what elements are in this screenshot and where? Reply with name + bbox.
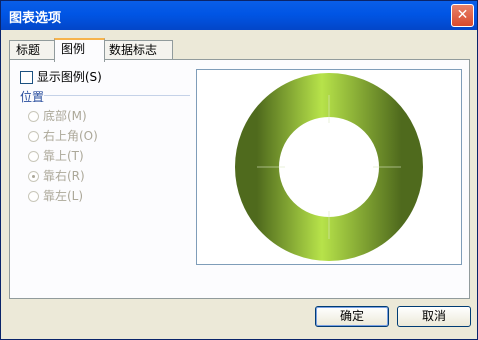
group-divider	[44, 95, 190, 96]
tab-title[interactable]: 标题	[9, 40, 57, 60]
position-group-label: 位置	[20, 90, 45, 104]
chart-options-dialog: 图表选项 ✕ 标题 图例 数据标志 显示图例(S) 位置 底部(M) 右上角(O…	[0, 0, 478, 340]
checkbox-box[interactable]	[20, 71, 33, 84]
show-legend-checkbox[interactable]: 显示图例(S)	[20, 68, 102, 85]
doughnut-chart-preview	[235, 73, 423, 261]
radio-right[interactable]: 靠右(R)	[28, 167, 85, 184]
radio-bottom[interactable]: 底部(M)	[28, 107, 87, 124]
tab-panel: 显示图例(S) 位置 底部(M) 右上角(O) 靠上(T) 靠右(R) 靠左(L…	[9, 59, 470, 299]
close-icon: ✕	[456, 7, 469, 23]
tab-data-labels[interactable]: 数据标志	[102, 40, 173, 60]
window-title: 图表选项	[9, 11, 62, 26]
title-bar: 图表选项 ✕	[1, 1, 477, 30]
radio-left[interactable]: 靠左(L)	[28, 187, 83, 204]
radio-top-right[interactable]: 右上角(O)	[28, 127, 98, 144]
cancel-button[interactable]: 取消	[397, 306, 471, 327]
chart-preview	[196, 69, 462, 265]
tab-legend[interactable]: 图例	[54, 38, 105, 62]
show-legend-label: 显示图例(S)	[36, 70, 102, 84]
radio-top[interactable]: 靠上(T)	[28, 147, 84, 164]
ok-button[interactable]: 确定	[315, 306, 389, 327]
close-button[interactable]: ✕	[451, 4, 474, 27]
